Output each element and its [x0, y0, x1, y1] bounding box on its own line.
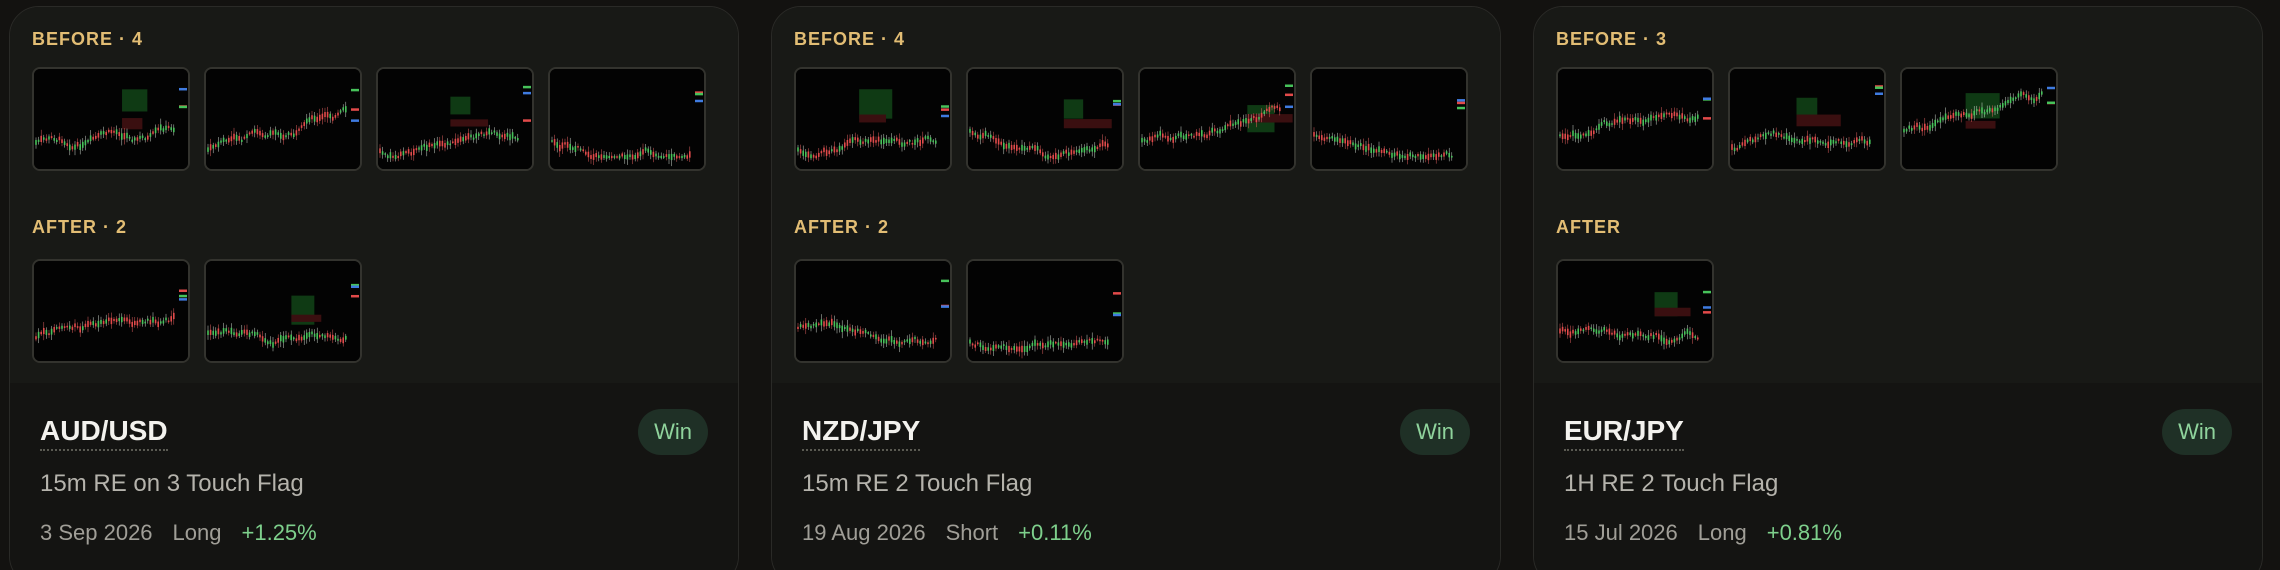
before-label: BEFORE · 4	[32, 29, 144, 49]
before-chart-thumbnail[interactable]	[1728, 67, 1886, 171]
before-chart-thumbnail[interactable]	[204, 67, 362, 171]
before-thumbnails	[32, 67, 706, 171]
before-chart-thumbnail[interactable]	[376, 67, 534, 171]
trade-date: 15 Jul 2026	[1564, 520, 1678, 545]
after-thumbnails	[32, 259, 362, 363]
after-chart-thumbnail[interactable]	[32, 259, 190, 363]
trade-pnl: +1.25%	[241, 520, 317, 545]
setup-description: 1H RE 2 Touch Flag	[1564, 470, 1779, 497]
after-section: AFTER · 2	[10, 193, 738, 383]
before-section: BEFORE · 4	[772, 7, 1500, 194]
result-badge: Win	[638, 409, 708, 455]
after-label: AFTER	[1556, 217, 1621, 237]
after-section: AFTER · 2	[772, 193, 1500, 383]
trade-date: 3 Sep 2026	[40, 520, 153, 545]
after-chart-thumbnail[interactable]	[794, 259, 952, 363]
before-section: BEFORE · 3	[1534, 7, 2262, 194]
trade-card[interactable]: BEFORE · 4 AFTER · 2 AUD/USD Win 15m RE …	[9, 6, 739, 570]
trade-direction: Long	[1697, 520, 1747, 545]
trade-card[interactable]: BEFORE · 4 AFTER · 2 NZD/JPY Win 15m RE …	[771, 6, 1501, 570]
trade-meta: 15 Jul 2026 Long +0.81%	[1564, 520, 1842, 546]
before-chart-thumbnail[interactable]	[1310, 67, 1468, 171]
pair-title[interactable]: NZD/JPY	[802, 415, 921, 451]
trade-date: 19 Aug 2026	[802, 520, 926, 545]
after-chart-thumbnail[interactable]	[966, 259, 1124, 363]
trade-pnl: +0.11%	[1018, 520, 1092, 545]
setup-description: 15m RE on 3 Touch Flag	[40, 470, 304, 497]
before-chart-thumbnail[interactable]	[1138, 67, 1296, 171]
before-chart-thumbnail[interactable]	[794, 67, 952, 171]
before-chart-thumbnail[interactable]	[32, 67, 190, 171]
after-thumbnails	[794, 259, 1124, 363]
before-label: BEFORE · 4	[794, 29, 906, 49]
before-section: BEFORE · 4	[10, 7, 738, 194]
before-chart-thumbnail[interactable]	[1900, 67, 2058, 171]
pair-title[interactable]: AUD/USD	[40, 415, 168, 451]
after-label: AFTER · 2	[794, 217, 890, 237]
result-badge: Win	[2162, 409, 2232, 455]
pair-title[interactable]: EUR/JPY	[1564, 415, 1684, 451]
trade-pnl: +0.81%	[1766, 520, 1842, 545]
before-thumbnails	[794, 67, 1468, 171]
trade-direction: Long	[172, 520, 222, 545]
after-chart-thumbnail[interactable]	[1556, 259, 1714, 363]
before-chart-thumbnail[interactable]	[966, 67, 1124, 171]
trade-info: NZD/JPY Win 15m RE 2 Touch Flag 19 Aug 2…	[772, 383, 1500, 570]
after-label: AFTER · 2	[32, 217, 128, 237]
before-chart-thumbnail[interactable]	[548, 67, 706, 171]
setup-description: 15m RE 2 Touch Flag	[802, 470, 1033, 497]
trade-meta: 19 Aug 2026 Short +0.11%	[802, 520, 1092, 546]
trade-meta: 3 Sep 2026 Long +1.25%	[40, 520, 317, 546]
before-thumbnails	[1556, 67, 2058, 171]
result-badge: Win	[1400, 409, 1470, 455]
before-chart-thumbnail[interactable]	[1556, 67, 1714, 171]
trade-direction: Short	[945, 520, 999, 545]
before-label: BEFORE · 3	[1556, 29, 1668, 49]
after-section: AFTER	[1534, 193, 2262, 383]
trade-info: EUR/JPY Win 1H RE 2 Touch Flag 15 Jul 20…	[1534, 383, 2262, 570]
trade-card[interactable]: BEFORE · 3 AFTER EUR/JPY Win 1H RE 2 Tou…	[1533, 6, 2263, 570]
after-chart-thumbnail[interactable]	[204, 259, 362, 363]
trade-info: AUD/USD Win 15m RE on 3 Touch Flag 3 Sep…	[10, 383, 738, 570]
after-thumbnails	[1556, 259, 1714, 363]
trade-cards: BEFORE · 4 AFTER · 2 AUD/USD Win 15m RE …	[0, 0, 2280, 570]
